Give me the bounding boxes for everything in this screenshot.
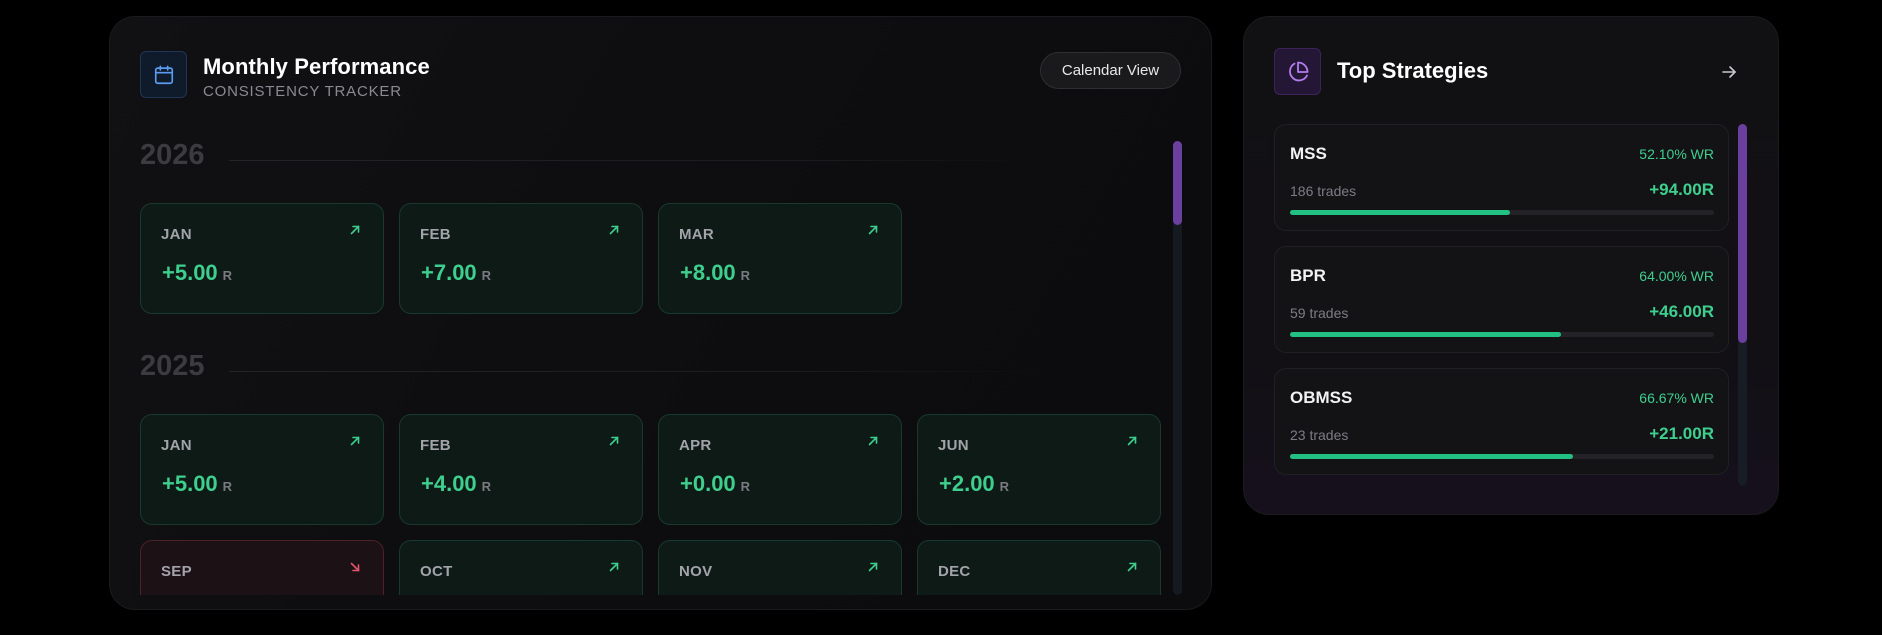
- arrow-up-right-icon: [609, 436, 619, 446]
- month-card-2025-jun[interactable]: JUN +2.00 R: [917, 414, 1161, 525]
- arrow-up-right-icon: [868, 562, 878, 572]
- month-name: DEC: [938, 563, 971, 580]
- month-name: NOV: [679, 563, 713, 580]
- arrow-up-right-icon: [609, 225, 619, 235]
- pie-chart-icon: [1274, 48, 1321, 95]
- months-scroll-area[interactable]: 2026 JAN +5.00 R FEB +7.00 R MAR +8.00 R 20…: [140, 141, 1170, 595]
- month-card-2026-feb[interactable]: FEB +7.00 R: [399, 203, 643, 314]
- month-name: JAN: [161, 437, 192, 454]
- calendar-view-button[interactable]: Calendar View: [1040, 52, 1181, 89]
- month-value-number: +7.00: [421, 260, 477, 285]
- month-card-2025-dec[interactable]: DEC: [917, 540, 1161, 595]
- month-name: SEP: [161, 563, 192, 580]
- year-label: 2026: [140, 141, 205, 171]
- month-card-2025-sep[interactable]: SEP: [140, 540, 384, 595]
- strategy-trades: 59 trades: [1290, 305, 1349, 321]
- strategy-name: BPR: [1290, 266, 1326, 285]
- page-title: Monthly Performance: [203, 54, 430, 79]
- year-header-2026: 2026: [140, 141, 1040, 179]
- arrow-up-right-icon: [609, 562, 619, 572]
- month-card-2025-oct[interactable]: OCT: [399, 540, 643, 595]
- month-value-unit: R: [481, 268, 492, 283]
- month-card-2026-jan[interactable]: JAN +5.00 R: [140, 203, 384, 314]
- strategies-title: Top Strategies: [1337, 58, 1489, 83]
- month-name: JUN: [938, 437, 969, 454]
- month-name: JAN: [161, 226, 192, 243]
- monthly-performance-header: Monthly Performance CONSISTENCY TRACKER …: [140, 51, 1181, 103]
- month-value: +5.00 R: [162, 471, 232, 497]
- year-divider: [229, 371, 1039, 372]
- strategy-progress-track: [1290, 454, 1714, 459]
- strategy-win-rate: 64.00% WR: [1639, 268, 1714, 284]
- strategy-progress-fill: [1290, 332, 1562, 337]
- month-name: MAR: [679, 226, 715, 243]
- month-value-number: +5.00: [162, 260, 218, 285]
- strategy-trades: 186 trades: [1290, 183, 1357, 199]
- month-value-number: +2.00: [939, 471, 995, 496]
- arrow-up-right-icon: [350, 225, 360, 235]
- arrow-up-right-icon: [1127, 436, 1137, 446]
- strategy-trades: 23 trades: [1290, 427, 1349, 443]
- strategy-progress-track: [1290, 210, 1714, 215]
- month-value: +0.00 R: [680, 471, 750, 497]
- month-name: OCT: [420, 563, 453, 580]
- month-value-number: +4.00: [421, 471, 477, 496]
- month-value-unit: R: [999, 479, 1010, 494]
- month-value: +4.00 R: [421, 471, 491, 497]
- month-value-number: +5.00: [162, 471, 218, 496]
- arrow-up-right-icon: [1127, 562, 1137, 572]
- year-divider: [229, 160, 1039, 161]
- months-scrollbar-thumb[interactable]: [1173, 141, 1182, 225]
- strategies-list[interactable]: MSS 52.10% WR 186 trades +94.00R BPR 64.…: [1274, 124, 1729, 486]
- year-label: 2025: [140, 350, 205, 382]
- strategy-item-mss[interactable]: MSS 52.10% WR 186 trades +94.00R: [1274, 124, 1729, 231]
- arrow-up-right-icon: [350, 436, 360, 446]
- strategy-name: OBMSS: [1290, 388, 1353, 407]
- month-card-2025-feb[interactable]: FEB +4.00 R: [399, 414, 643, 525]
- month-value-unit: R: [222, 268, 233, 283]
- top-strategies-card: Top Strategies MSS 52.10% WR 186 trades …: [1243, 16, 1779, 515]
- strategy-progress-track: [1290, 332, 1714, 337]
- month-value: +5.00 R: [162, 260, 232, 286]
- arrow-up-right-icon: [868, 436, 878, 446]
- month-name: FEB: [420, 226, 451, 243]
- month-value-unit: R: [740, 268, 751, 283]
- month-card-2025-apr[interactable]: APR +0.00 R: [658, 414, 902, 525]
- strategy-item-obmss[interactable]: OBMSS 66.67% WR 23 trades +21.00R: [1274, 368, 1729, 475]
- month-card-2025-jan[interactable]: JAN +5.00 R: [140, 414, 384, 525]
- page-subtitle: CONSISTENCY TRACKER: [203, 83, 402, 100]
- month-value-unit: R: [222, 479, 233, 494]
- strategy-r-total: +94.00R: [1649, 180, 1714, 199]
- month-name: FEB: [420, 437, 451, 454]
- month-value-unit: R: [740, 479, 751, 494]
- month-value: +7.00 R: [421, 260, 491, 286]
- strategy-name: MSS: [1290, 144, 1327, 163]
- strategy-win-rate: 52.10% WR: [1639, 146, 1714, 162]
- strategy-win-rate: 66.67% WR: [1639, 390, 1714, 406]
- month-value-number: +8.00: [680, 260, 736, 285]
- month-value-unit: R: [481, 479, 492, 494]
- month-card-2026-mar[interactable]: MAR +8.00 R: [658, 203, 902, 314]
- month-value-number: +0.00: [680, 471, 736, 496]
- arrow-up-right-icon: [868, 225, 878, 235]
- calendar-icon: [140, 51, 187, 98]
- strategy-r-total: +21.00R: [1649, 424, 1714, 443]
- strategy-progress-fill: [1290, 454, 1573, 459]
- strategy-r-total: +46.00R: [1649, 302, 1714, 321]
- month-card-2025-nov[interactable]: NOV: [658, 540, 902, 595]
- strategy-progress-fill: [1290, 210, 1511, 215]
- month-value: +2.00 R: [939, 471, 1009, 497]
- month-name: APR: [679, 437, 712, 454]
- strategies-scrollbar-thumb[interactable]: [1738, 124, 1747, 343]
- arrow-down-right-icon: [350, 562, 360, 572]
- strategies-scrollbar[interactable]: [1738, 124, 1747, 486]
- months-scrollbar[interactable]: [1173, 141, 1182, 595]
- monthly-performance-card: Monthly Performance CONSISTENCY TRACKER …: [109, 16, 1212, 610]
- month-value: +8.00 R: [680, 260, 750, 286]
- arrow-right-icon[interactable]: [1720, 63, 1738, 81]
- strategy-item-bpr[interactable]: BPR 64.00% WR 59 trades +46.00R: [1274, 246, 1729, 353]
- year-header-2025: 2025: [140, 350, 1040, 390]
- dashboard-root: Monthly Performance CONSISTENCY TRACKER …: [0, 0, 1882, 635]
